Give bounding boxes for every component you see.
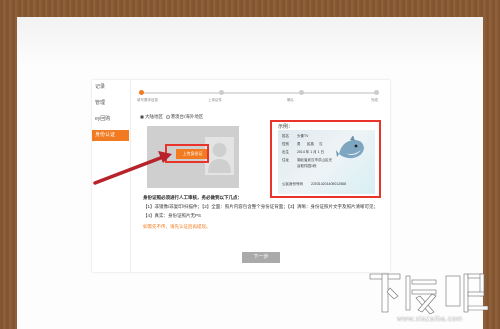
radio-mainland[interactable] — [140, 114, 144, 119]
sample-address-line-1: 湖北省武汉市洪山区光 — [297, 158, 332, 162]
instructions-line-2: 【4】真实：身份证照片无PS — [143, 213, 202, 218]
radio-overseas-label: 港澳台/海外地区 — [170, 114, 204, 119]
next-step-button[interactable]: 下一步 — [242, 252, 280, 263]
sidebar: 记录 管理 ey回购 — [92, 80, 131, 272]
orange-note: 如需先不传，请先认证后再提现。 — [143, 224, 211, 229]
step-label-3: 确认 — [287, 98, 294, 102]
radio-overseas[interactable] — [165, 114, 170, 119]
step-progress-line — [139, 92, 379, 94]
instructions-line-1: 【1】非镜像/非复印/扫描件；【2】全面：照片内容包含整个身份证背面；【3】清晰… — [143, 204, 379, 209]
step-label-2: 上传证件 — [208, 98, 222, 102]
instructions-heading: 身份证照必须进行人工审核，务必做到以下几点： — [143, 195, 242, 200]
sidebar-item-records[interactable]: 记录 — [95, 83, 105, 90]
sample-sex-label: 性别 — [282, 142, 289, 146]
id-photo-placeholder — [205, 137, 234, 175]
sidebar-item-manage[interactable]: 管理 — [95, 99, 105, 106]
canvas-top-shade — [17, 17, 483, 67]
sample-birth-label: 出生 — [282, 150, 289, 154]
sidebar-item-buyback[interactable]: ey回购 — [95, 115, 110, 122]
step-label-1: 填写基本信息 — [137, 98, 158, 102]
instructions: 身份证照必须进行人工审核，务必做到以下几点： 【1】非镜像/非复印/扫描件；【2… — [143, 195, 378, 219]
sample-address-label: 住址 — [282, 158, 289, 162]
step-label-4: 完成 — [371, 98, 378, 102]
step-dot-1 — [139, 90, 144, 95]
sample-sex-value: 男 — [297, 142, 301, 146]
sidebar-item-identity-active[interactable]: 身份认证 — [92, 130, 129, 141]
sample-title: 示例： — [278, 124, 294, 130]
sample-nation-value: 汉 — [319, 142, 323, 146]
watermark-url: www.xiazaiba.com — [397, 316, 463, 323]
upload-button-highlight — [165, 144, 209, 163]
step-dot-4 — [374, 90, 379, 95]
sample-name-label: 姓名 — [282, 134, 289, 138]
step-dot-2 — [219, 90, 224, 95]
step-dot-3 — [299, 90, 304, 95]
radio-mainland-label: 大陆地区 — [145, 114, 163, 119]
sample-id-label: 公民身份号码 — [282, 182, 303, 186]
sample-id-number: 220314201405012568 — [311, 182, 347, 186]
region-radio-group: 大陆地区 港澳台/海外地区 — [140, 114, 203, 120]
shark-mascot-icon — [336, 136, 364, 159]
sample-birth-value: 2014 年 1 月 1 日 — [297, 150, 325, 154]
person-silhouette-icon — [208, 143, 231, 173]
sample-name-value: 头像TV — [297, 134, 309, 138]
sample-nation-label: 民族 — [307, 142, 314, 146]
sample-address-line-2: 谷软件园1栋 — [297, 164, 317, 168]
